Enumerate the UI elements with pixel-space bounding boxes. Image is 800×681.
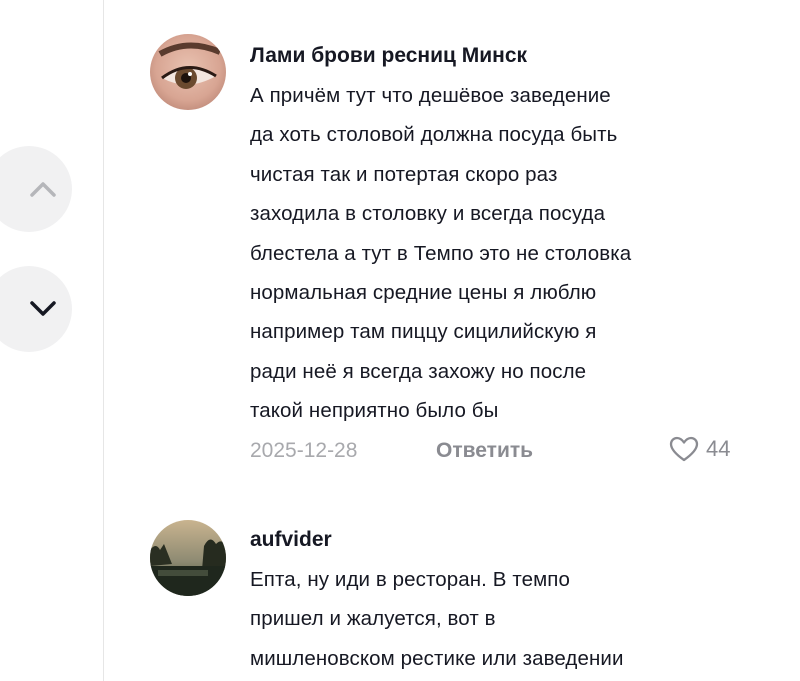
avatar[interactable] xyxy=(150,34,226,110)
avatar-landscape-trees-image xyxy=(150,520,226,596)
comment-meta: 2025-12-28 Ответить 44 xyxy=(250,433,770,475)
comment-line: ради неё я всегда захожу но после xyxy=(250,359,587,383)
like-button[interactable]: 44 xyxy=(668,435,730,463)
heart-icon xyxy=(669,436,699,461)
comment-line: чистая так и потертая скоро раз xyxy=(250,162,558,186)
comment-line: Епта, ну иди в ресторан. В темпо xyxy=(250,568,570,591)
comment-line: блестела а тут в Темпо это не столовка xyxy=(250,241,632,265)
column-divider xyxy=(103,0,104,681)
chevron-down-icon xyxy=(30,301,56,316)
comment-line: да хоть столовой должна посуда быть xyxy=(250,123,618,147)
previous-button[interactable] xyxy=(0,146,72,232)
comment-line: такой неприятно было бы xyxy=(250,399,499,423)
reply-button[interactable]: Ответить xyxy=(436,439,533,463)
like-count: 44 xyxy=(706,435,731,461)
comment-line: мишленовском рестике или заведении xyxy=(250,646,624,670)
comment-line: пришел и жалуется, вот в xyxy=(250,607,496,631)
comment-text: Епта, ну иди в ресторан. В темпо пришел … xyxy=(250,560,770,678)
comment-text: А причём тут что дешёвое заведение да хо… xyxy=(250,76,770,431)
comment-line: заходила в столовку и всегда посуда xyxy=(250,202,606,226)
comment-line: А причём тут что дешёвое заведение xyxy=(250,84,611,107)
comment-username[interactable]: Лами брови ресниц Минск xyxy=(250,36,770,76)
comment-navigation xyxy=(0,0,104,681)
comment-line: нормальная средние цены я люблю xyxy=(250,281,597,305)
comment-date: 2025-12-28 xyxy=(250,438,358,462)
chevron-up-icon xyxy=(30,182,56,197)
comment-username[interactable]: aufvider xyxy=(250,520,770,560)
comment-line: например там пиццу сицилийскую я xyxy=(250,320,597,344)
avatar-eye-closeup-image xyxy=(150,34,226,110)
avatar[interactable] xyxy=(150,520,226,596)
next-button[interactable] xyxy=(0,266,72,352)
